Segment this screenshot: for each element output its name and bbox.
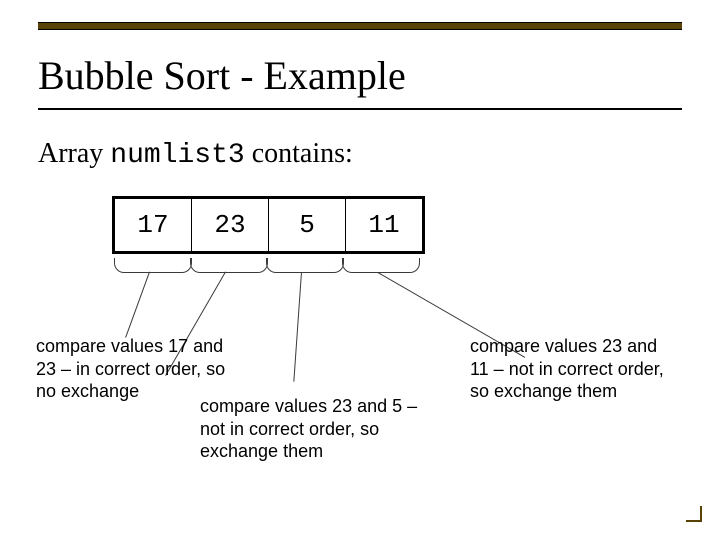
brace-icon	[342, 258, 420, 273]
array-cell: 23	[192, 199, 269, 252]
brace-icon	[190, 258, 268, 273]
header-rule	[38, 22, 682, 30]
annotation-compare-2: compare values 23 and 5 – not in correct…	[200, 395, 420, 463]
array-variable-name: numlist3	[110, 140, 244, 171]
annotation-compare-3: compare values 23 and 11 – not in correc…	[470, 335, 680, 403]
array-cell: 17	[115, 199, 192, 252]
corner-decoration-icon	[686, 506, 702, 522]
array-label-suffix: contains:	[245, 138, 353, 169]
array-table: 17 23 5 11	[112, 196, 425, 254]
title-underline	[38, 108, 682, 110]
slide-title: Bubble Sort - Example	[38, 52, 406, 99]
annotation-compare-1: compare values 17 and 23 – in correct or…	[36, 335, 246, 403]
array-cell: 5	[269, 199, 346, 252]
connector-line	[125, 272, 150, 338]
array-label-prefix: Array	[38, 138, 110, 169]
brace-icon	[266, 258, 344, 273]
array-cell: 11	[346, 199, 423, 252]
connector-line	[293, 272, 302, 382]
brace-icon	[114, 258, 192, 273]
slide: Bubble Sort - Example Array numlist3 con…	[0, 0, 720, 540]
array-label: Array numlist3 contains:	[38, 138, 353, 171]
